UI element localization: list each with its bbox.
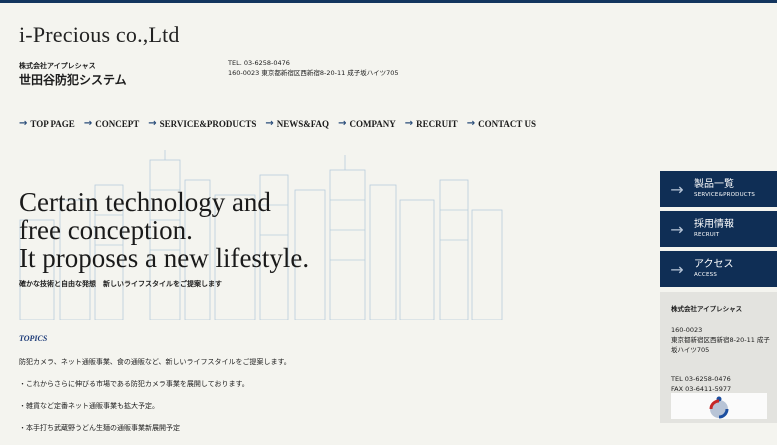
company-info-box: 株式会社アイプレシャス 160-0023 東京都新宿区西新宿8-20-11 成子… [660,292,777,423]
nav-top-page[interactable]: → TOP PAGE [19,118,75,129]
arrow-right-icon: → [670,259,684,279]
nav-label: COMPANY [349,118,396,129]
info-postal: 160-0023 [671,326,703,334]
topics-list: 防犯カメラ、ネット通販事業、食の通販など、新しいライフスタイルをご提案します。 … [19,357,291,445]
recruit-button[interactable]: → 採用情報 RECRUIT [660,211,777,247]
arrow-right-icon: → [466,118,476,129]
nav-concept[interactable]: → CONCEPT [84,118,139,129]
arrow-right-icon: → [670,219,684,239]
nav-news-faq[interactable]: → NEWS&FAQ [265,118,329,129]
info-tel: TEL 03-6258-0476 [671,375,731,383]
nav-contact-us[interactable]: → CONTACT US [467,118,536,129]
arrow-right-icon: → [670,179,684,199]
list-item: ・雑貨など定番ネット通販事業も拡大予定。 [19,402,159,410]
button-label-jp: アクセス [694,258,734,270]
arrow-right-icon: → [148,118,157,129]
top-accent-bar [0,0,777,3]
access-button[interactable]: → アクセス ACCESS [660,251,777,287]
hero-line-3: It proposes a new lifestyle. [19,243,310,273]
button-label-jp: 採用情報 [694,218,734,230]
arrow-right-icon: → [83,118,93,129]
button-label-en: ACCESS [694,271,718,278]
arrow-right-icon: → [19,118,28,129]
nav-label: CONCEPT [95,118,140,129]
hero-line-2: free conception. [19,215,193,245]
arrow-right-icon: → [404,118,414,129]
nav-label: SERVICE&PRODUCTS [159,118,257,129]
arrow-right-icon: → [338,118,347,129]
info-street: 東京都新宿区西新宿8-20-11 成子坂ハイツ705 [671,336,770,354]
nav-label: CONTACT US [478,118,537,129]
arrow-right-icon: → [265,118,274,129]
products-button[interactable]: → 製品一覧 SERVICE&PRODUCTS [660,171,777,207]
button-label-en: RECRUIT [694,231,720,238]
list-item: 防犯カメラ、ネット通販事業、食の通販など、新しいライフスタイルをご提案します。 [19,358,291,366]
hero-line-1: Certain technology and [19,187,271,217]
company-name-kana: 株式会社アイプレシャス [19,62,96,70]
list-item: ・本手打ち武蔵野うどん生麺の通販事業新展開予定 [19,424,180,432]
nav-label: NEWS&FAQ [276,118,330,129]
info-contact: TEL 03-6258-0476 FAX 03-6411-5977 [671,374,731,394]
header-contact: TEL. 03-6258-0476 160-0023 東京都新宿区西新宿8-20… [228,58,399,78]
nav-label: RECRUIT [416,118,458,129]
nav-service-products[interactable]: → SERVICE&PRODUCTS [148,118,256,129]
button-label-en: SERVICE&PRODUCTS [694,191,756,198]
nav-label: TOP PAGE [30,118,75,129]
header-address: 160-0023 東京都新宿区西新宿8-20-11 成子坂ハイツ705 [228,69,399,77]
list-item: ・これからさらに伸びる市場である防犯カメラ事業を展開しております。 [19,380,249,388]
main-nav: → TOP PAGE → CONCEPT → SERVICE&PRODUCTS → NE… [19,118,545,129]
hero-headline: Certain technology and free conception. … [19,188,309,272]
partner-logo-icon [709,396,729,419]
info-address: 160-0023 東京都新宿区西新宿8-20-11 成子坂ハイツ705 [671,325,775,355]
nav-company[interactable]: → COMPANY [338,118,396,129]
partner-logo[interactable] [671,393,767,419]
company-logo[interactable]: i-Precious co.,Ltd [19,22,179,48]
topics-heading: TOPICS [19,334,48,343]
site-name: 世田谷防犯システム [19,73,127,87]
hero-subtitle: 確かな技術と自由な発想 新しいライフスタイルをご提案します [19,280,222,288]
header-tel: TEL. 03-6258-0476 [228,59,290,67]
nav-recruit[interactable]: → RECRUIT [405,118,458,129]
button-label-jp: 製品一覧 [694,178,734,190]
info-company-name: 株式会社アイプレシャス [671,305,743,313]
